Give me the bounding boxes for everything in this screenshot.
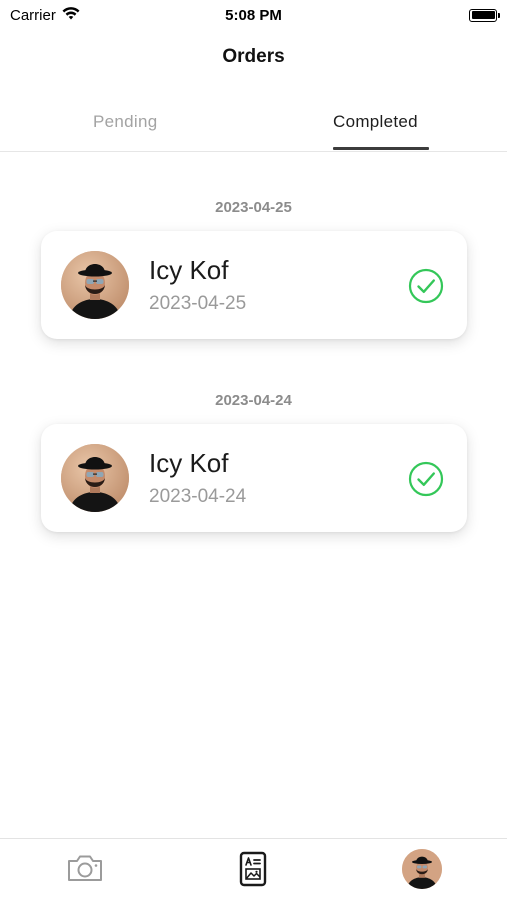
tab-completed[interactable]: Completed [333,112,418,132]
section-date-header: 2023-04-24 [215,392,292,409]
profile-avatar[interactable] [402,849,442,889]
customer-avatar [61,444,129,512]
order-date: 2023-04-24 [149,486,247,507]
order-card[interactable]: Icy Kof 2023-04-25 [41,231,467,339]
check-circle-icon [408,268,444,304]
customer-name: Icy Kof [149,448,229,478]
wifi-icon [62,6,80,24]
battery-icon [469,8,500,22]
section-date-header: 2023-04-25 [215,199,292,216]
customer-name: Icy Kof [149,255,229,285]
page-title: Orders [222,46,285,67]
bottom-tab-bar [0,838,507,900]
battery-level [471,11,495,19]
status-left: Carrier [10,7,80,24]
orders-document-icon[interactable] [239,851,267,892]
camera-icon[interactable] [66,853,104,888]
order-card[interactable]: Icy Kof 2023-04-24 [41,424,467,532]
orders-screen: Carrier 5:08 PM Orders Pending Completed… [0,0,507,900]
tab-pending[interactable]: Pending [93,112,158,132]
order-date: 2023-04-25 [149,293,247,314]
carrier-label: Carrier [10,6,56,24]
tab-selected-indicator [333,147,429,150]
order-tabs: Pending Completed [0,100,507,152]
check-circle-icon [408,461,444,497]
status-bar: Carrier 5:08 PM [0,0,507,30]
customer-avatar [61,251,129,319]
